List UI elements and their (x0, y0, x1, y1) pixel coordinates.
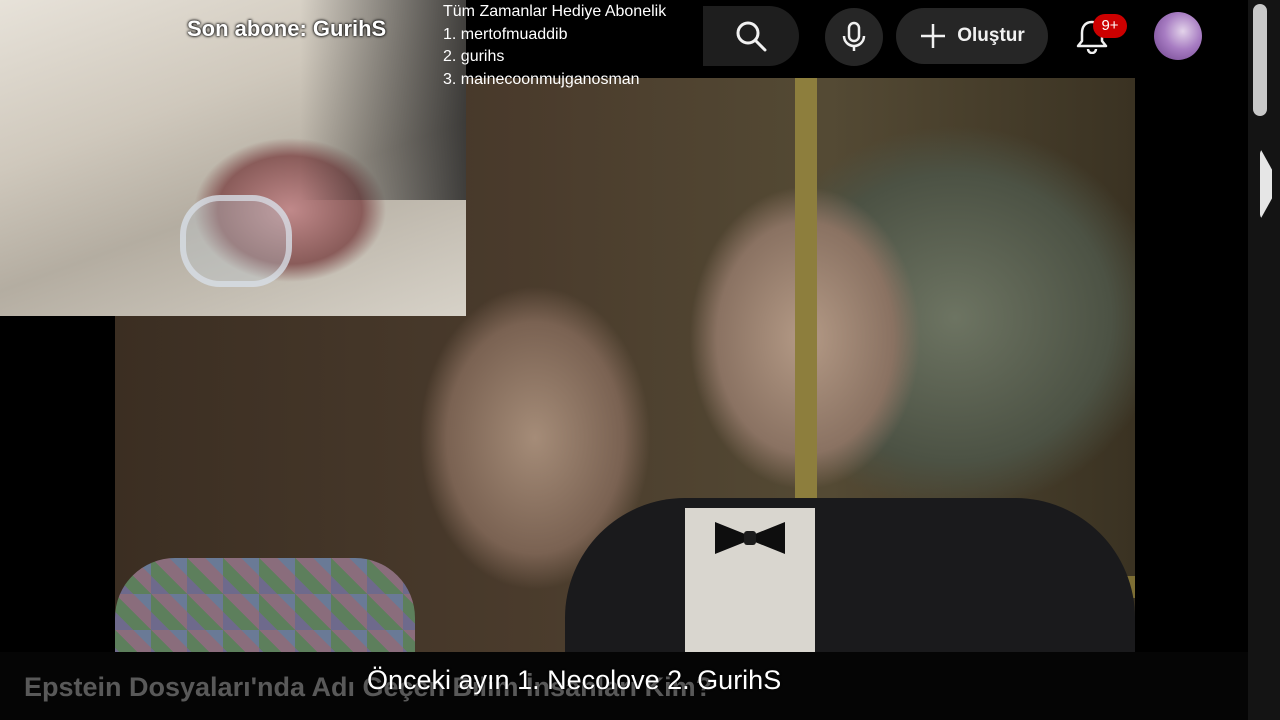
create-button[interactable]: Oluştur (896, 8, 1048, 64)
plus-icon (921, 24, 946, 48)
bowtie-shape (715, 522, 785, 554)
gift-leaderboard: Tüm Zamanlar Hediye Abonelik 1. mertofmu… (443, 1, 666, 91)
create-label: Oluştur (957, 25, 1025, 46)
leaderboard-entry: 3. mainecoonmujganosman (443, 70, 640, 88)
tuxedo-jacket (565, 498, 1135, 652)
leaderboard-entry: 2. gurihs (443, 48, 505, 65)
search-button[interactable] (703, 6, 799, 66)
inset-picture (0, 0, 466, 316)
oxygen-mask (180, 195, 292, 287)
last-subscriber-label: Son abone: GurihS (187, 16, 387, 41)
leaderboard-entry: 1. mertofmuaddib (443, 25, 568, 43)
leaderboard-title: Tüm Zamanlar Hediye Abonelik (443, 3, 667, 20)
plaid-blouse (115, 558, 415, 652)
scrollbar-thumb[interactable] (1253, 4, 1267, 116)
avatar[interactable] (1154, 12, 1202, 60)
notification-badge: 9+ (1093, 14, 1127, 38)
search-icon (736, 21, 767, 52)
voice-search-button[interactable] (825, 8, 883, 66)
microphone-icon (842, 21, 866, 51)
caption-text: Önceki ayın 1. Necolove 2. GurihS (367, 665, 782, 695)
